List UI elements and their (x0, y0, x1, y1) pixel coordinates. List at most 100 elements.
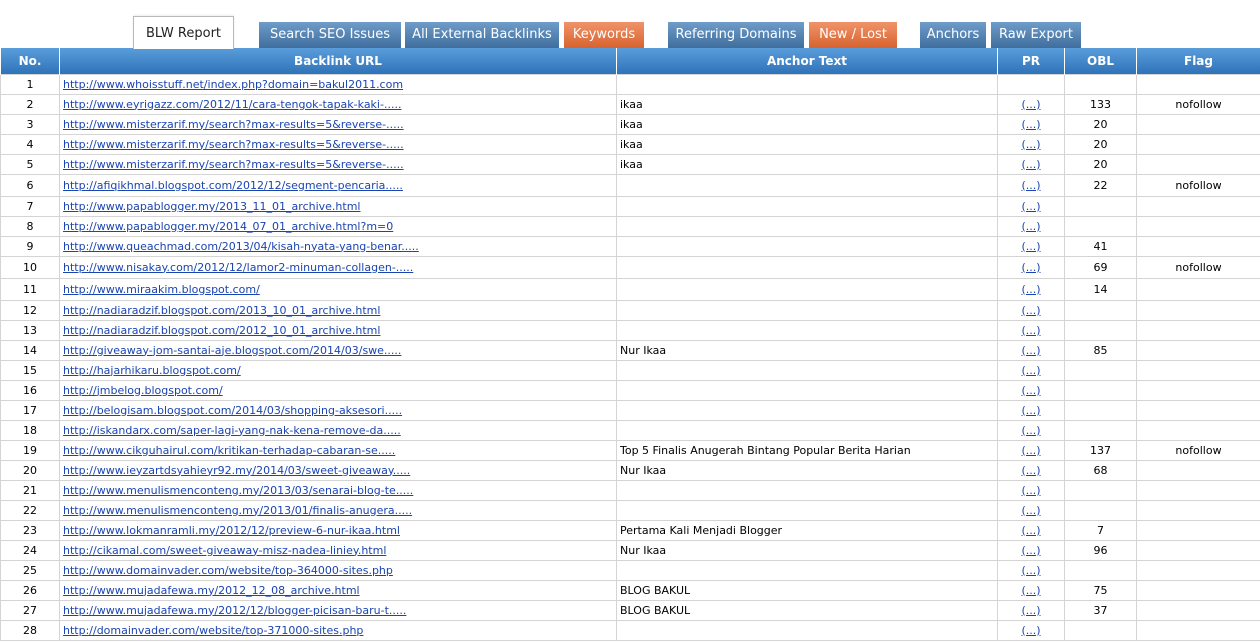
flag-cell (1136, 113, 1260, 135)
backlink-url-link[interactable]: http://www.misterzarif.my/search?max-res… (63, 118, 404, 131)
backlink-url-link[interactable]: http://afiqikhmal.blogspot.com/2012/12/s… (63, 179, 403, 192)
column-header-backlink-url[interactable]: Backlink URL (59, 48, 617, 74)
backlink-url-link[interactable]: http://jmbelog.blogspot.com/ (63, 384, 223, 397)
backlink-url-cell: http://iskandarx.com/saper-lagi-yang-nak… (59, 419, 617, 441)
pr-check-link[interactable]: (...) (1021, 220, 1040, 233)
anchor-text-cell: Nur Ikaa (616, 339, 998, 361)
backlink-url-link[interactable]: http://www.menulismenconteng.my/2013/03/… (63, 484, 413, 497)
backlink-url-link[interactable]: http://nadiaradzif.blogspot.com/2013_10_… (63, 304, 380, 317)
pr-check-link[interactable]: (...) (1021, 424, 1040, 437)
pr-check-link[interactable]: (...) (1021, 98, 1040, 111)
flag-cell (1136, 459, 1260, 481)
pr-check-link[interactable]: (...) (1021, 384, 1040, 397)
row-number: 11 (0, 277, 60, 301)
tab-raw-export[interactable]: Raw Export (991, 22, 1081, 48)
backlink-url-link[interactable]: http://www.menulismenconteng.my/2013/01/… (63, 504, 412, 517)
backlink-url-link[interactable]: http://www.papablogger.my/2014_07_01_arc… (63, 220, 393, 233)
pr-check-link[interactable]: (...) (1021, 364, 1040, 377)
backlink-url-link[interactable]: http://www.misterzarif.my/search?max-res… (63, 158, 404, 171)
tab-new-lost[interactable]: New / Lost (809, 22, 897, 48)
tab-referring-domains[interactable]: Referring Domains (668, 22, 804, 48)
table-row: 12 http://nadiaradzif.blogspot.com/2013_1… (0, 299, 1260, 321)
pr-check-link[interactable]: (...) (1021, 200, 1040, 213)
anchor-text-cell (616, 173, 998, 197)
pr-check-link[interactable]: (...) (1021, 324, 1040, 337)
obl-cell: 96 (1064, 539, 1137, 561)
anchor-text-cell: Nur Ikaa (616, 539, 998, 561)
backlink-url-link[interactable]: http://www.ieyzartdsyahieyr92.my/2014/03… (63, 464, 410, 477)
row-number: 24 (0, 539, 60, 561)
backlink-url-link[interactable]: http://www.misterzarif.my/search?max-res… (63, 138, 404, 151)
pr-check-link[interactable]: (...) (1021, 584, 1040, 597)
anchor-text-cell (616, 255, 998, 279)
pr-check-link[interactable]: (...) (1021, 304, 1040, 317)
row-number: 4 (0, 133, 60, 155)
pr-check-link[interactable]: (...) (1021, 564, 1040, 577)
pr-check-link[interactable]: (...) (1021, 158, 1040, 171)
obl-cell (1064, 73, 1137, 95)
backlink-url-link[interactable]: http://www.queachmad.com/2013/04/kisah-n… (63, 240, 419, 253)
pr-cell: (...) (997, 359, 1065, 381)
backlink-url-link[interactable]: http://nadiaradzif.blogspot.com/2012_10_… (63, 324, 380, 337)
flag-cell (1136, 133, 1260, 155)
pr-check-link[interactable]: (...) (1021, 404, 1040, 417)
column-header-flag[interactable]: Flag (1136, 48, 1260, 74)
row-number: 14 (0, 339, 60, 361)
row-number: 22 (0, 499, 60, 521)
pr-check-link[interactable]: (...) (1021, 138, 1040, 151)
backlink-url-link[interactable]: http://www.whoisstuff.net/index.php?doma… (63, 78, 403, 91)
tab-all-external-backlinks[interactable]: All External Backlinks (405, 22, 559, 48)
obl-cell: 137 (1064, 439, 1137, 461)
anchor-text-cell (616, 277, 998, 301)
column-header-no[interactable]: No. (0, 48, 60, 74)
obl-cell (1064, 399, 1137, 421)
backlink-url-link[interactable]: http://www.miraakim.blogspot.com/ (63, 283, 260, 296)
pr-check-link[interactable]: (...) (1021, 283, 1040, 296)
backlink-url-link[interactable]: http://www.domainvader.com/website/top-3… (63, 564, 393, 577)
pr-check-link[interactable]: (...) (1021, 604, 1040, 617)
column-header-pr[interactable]: PR (997, 48, 1065, 74)
backlink-url-link[interactable]: http://iskandarx.com/saper-lagi-yang-nak… (63, 424, 401, 437)
backlink-url-link[interactable]: http://www.mujadafewa.my/2012_12_08_arch… (63, 584, 360, 597)
pr-check-link[interactable]: (...) (1021, 464, 1040, 477)
row-number: 26 (0, 579, 60, 601)
tab-anchors[interactable]: Anchors (920, 22, 986, 48)
pr-check-link[interactable]: (...) (1021, 544, 1040, 557)
pr-check-link[interactable]: (...) (1021, 484, 1040, 497)
pr-check-link[interactable]: (...) (1021, 240, 1040, 253)
backlink-url-cell: http://www.miraakim.blogspot.com/ (59, 277, 617, 301)
backlink-url-link[interactable]: http://www.eyrigazz.com/2012/11/cara-ten… (63, 98, 401, 111)
backlink-url-link[interactable]: http://belogisam.blogspot.com/2014/03/sh… (63, 404, 402, 417)
anchor-text-cell: ikaa (616, 153, 998, 175)
column-header-anchor-text[interactable]: Anchor Text (616, 48, 998, 74)
obl-cell: 14 (1064, 277, 1137, 301)
pr-check-link[interactable]: (...) (1021, 444, 1040, 457)
backlink-url-link[interactable]: http://www.cikguhairul.com/kritikan-terh… (63, 444, 395, 457)
pr-cell: (...) (997, 173, 1065, 197)
pr-cell: (...) (997, 339, 1065, 361)
tab-blw-report[interactable]: BLW Report (133, 16, 234, 49)
pr-check-link[interactable]: (...) (1021, 179, 1040, 192)
obl-cell: 37 (1064, 599, 1137, 621)
backlink-url-link[interactable]: http://www.papablogger.my/2013_11_01_arc… (63, 200, 360, 213)
pr-check-link[interactable]: (...) (1021, 524, 1040, 537)
report-tab-bar: BLW Report Search SEO Issues All Externa… (0, 0, 1260, 49)
column-header-obl[interactable]: OBL (1064, 48, 1137, 74)
pr-check-link[interactable]: (...) (1021, 344, 1040, 357)
backlink-url-cell: http://www.mujadafewa.my/2012_12_08_arch… (59, 579, 617, 601)
backlink-url-cell: http://www.papablogger.my/2014_07_01_arc… (59, 215, 617, 237)
tab-search-seo-issues[interactable]: Search SEO Issues (259, 22, 401, 48)
backlink-url-link[interactable]: http://www.nisakay.com/2012/12/lamor2-mi… (63, 261, 413, 274)
pr-check-link[interactable]: (...) (1021, 504, 1040, 517)
flag-cell (1136, 73, 1260, 95)
pr-check-link[interactable]: (...) (1021, 624, 1040, 637)
backlink-url-link[interactable]: http://www.mujadafewa.my/2012/12/blogger… (63, 604, 406, 617)
pr-check-link[interactable]: (...) (1021, 261, 1040, 274)
backlink-url-link[interactable]: http://domainvader.com/website/top-37100… (63, 624, 363, 637)
backlink-url-link[interactable]: http://www.lokmanramli.my/2012/12/previe… (63, 524, 400, 537)
backlink-url-link[interactable]: http://hajarhikaru.blogspot.com/ (63, 364, 241, 377)
tab-keywords[interactable]: Keywords (564, 22, 644, 48)
backlink-url-link[interactable]: http://giveaway-jom-santai-aje.blogspot.… (63, 344, 401, 357)
backlink-url-link[interactable]: http://cikamal.com/sweet-giveaway-misz-n… (63, 544, 386, 557)
pr-check-link[interactable]: (...) (1021, 118, 1040, 131)
